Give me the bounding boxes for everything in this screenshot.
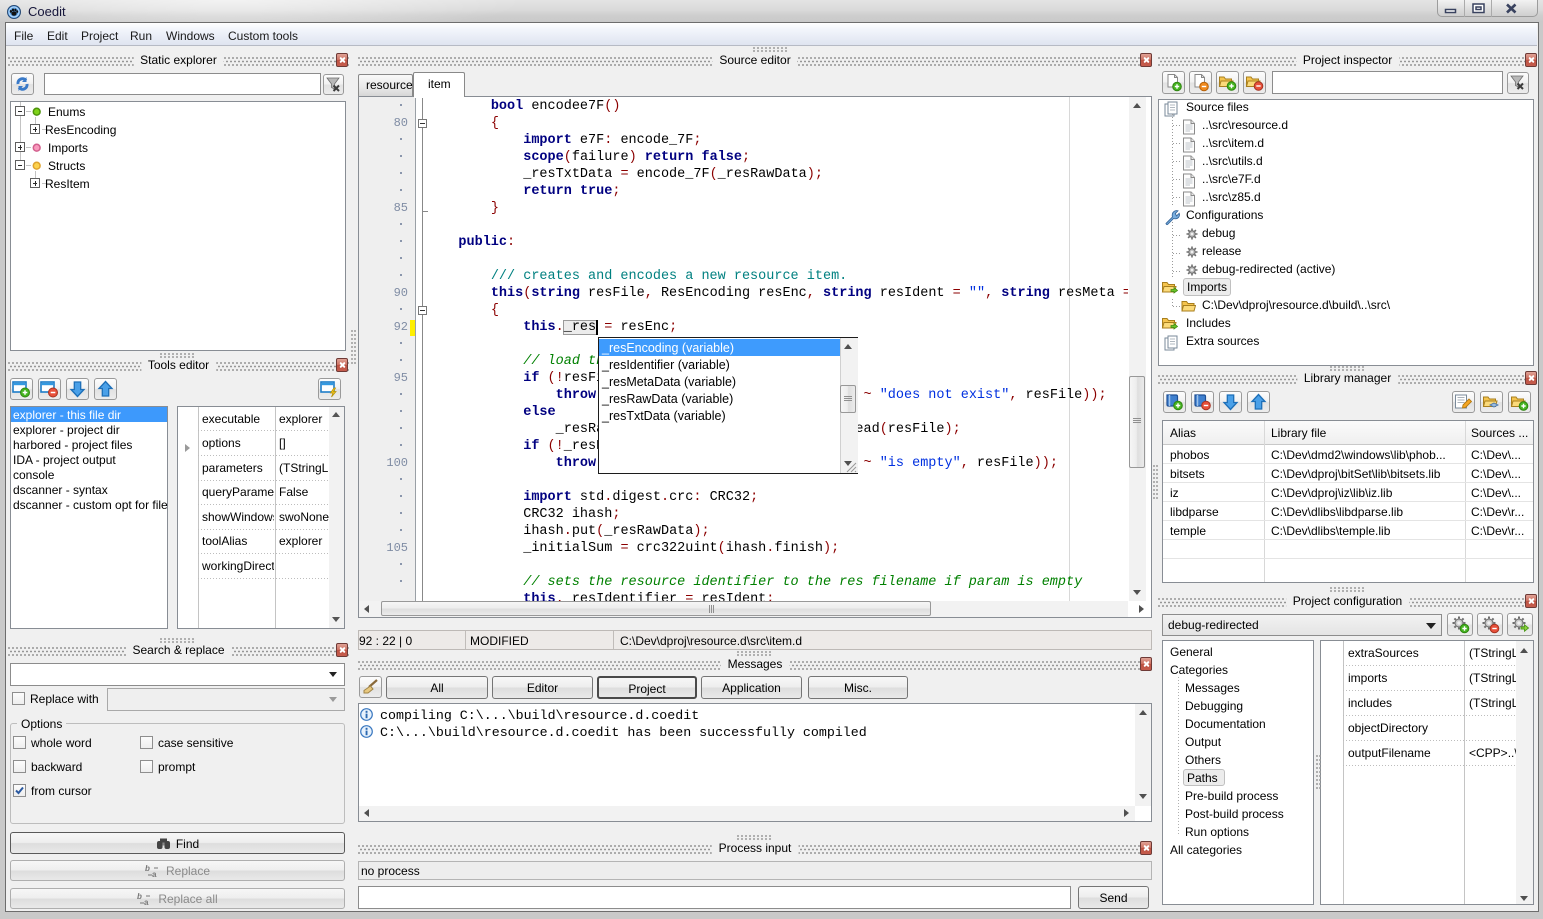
svg-text:a: a bbox=[152, 870, 157, 878]
svg-text:b: b bbox=[145, 864, 150, 873]
svg-text:b: b bbox=[137, 892, 142, 901]
svg-text:a: a bbox=[144, 898, 149, 906]
